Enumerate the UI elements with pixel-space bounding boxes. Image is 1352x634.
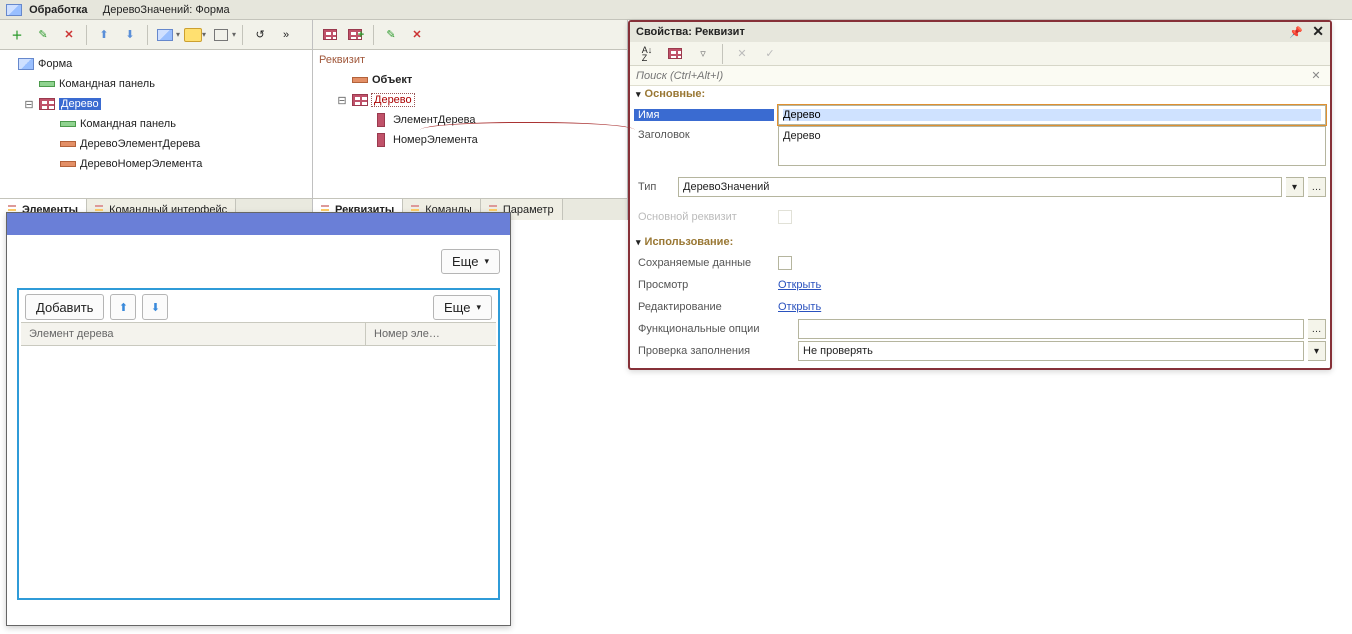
prop-row-view: Просмотр Открыть: [634, 274, 1326, 296]
edit-icon[interactable]: ✎: [32, 24, 54, 46]
more-button-top[interactable]: Еще▾: [441, 249, 500, 274]
move-down-icon[interactable]: ⬇: [119, 24, 141, 46]
label-name: Имя: [634, 109, 774, 121]
add-col-icon[interactable]: +: [345, 24, 367, 46]
delete-req-icon[interactable]: ✕: [406, 24, 428, 46]
move-up-icon[interactable]: ⬆: [93, 24, 115, 46]
tree-node-mid-derevo[interactable]: ⊟Дерево: [315, 90, 625, 110]
requisites-caption: Реквизит: [313, 50, 627, 70]
tree-node-mid-num[interactable]: НомерЭлемента: [315, 130, 625, 150]
clear-icon[interactable]: ✕: [731, 43, 753, 65]
fillcheck-dropdown-icon[interactable]: ▾: [1308, 341, 1326, 361]
requisites-tree[interactable]: Объект ⊟Дерево ЭлементДерева НомерЭлемен…: [313, 70, 627, 198]
add-icon[interactable]: ＋: [6, 24, 28, 46]
col-element[interactable]: Элемент дерева: [21, 323, 366, 345]
layout-icon[interactable]: [210, 24, 232, 46]
form-preview: Еще▾ Добавить ⬆ ⬇ Еще▾ Элемент дерева Но…: [6, 212, 511, 626]
preview-grid-toolbar: Добавить ⬆ ⬇ Еще▾: [21, 292, 496, 322]
prop-row-savedata: Сохраняемые данные: [634, 252, 1326, 274]
prop-row-type: Тип ДеревоЗначений ▾ …: [634, 176, 1326, 198]
properties-search-input[interactable]: [636, 70, 1308, 82]
preview-titlebar: [7, 213, 510, 235]
section-usage[interactable]: ▾Использование:: [630, 234, 1330, 250]
properties-titlebar: Свойства: Реквизит 📌 ✕: [630, 22, 1330, 42]
properties-search[interactable]: ✕: [630, 66, 1330, 86]
categories-icon[interactable]: [664, 43, 686, 65]
tree-node-cmdpanel[interactable]: Командная панель: [2, 74, 310, 94]
prop-row-fillcheck: Проверка заполнения Не проверять ▾: [634, 340, 1326, 362]
prop-row-title: Заголовок Дерево: [634, 126, 1326, 168]
tree-node-derevo-num[interactable]: ДеревоНомерЭлемента: [2, 154, 310, 174]
label-title: Заголовок: [634, 126, 774, 141]
elements-toolbar: ＋ ✎ ✕ ⬆ ⬇ ▾ ▾ ▾ ↺ »: [0, 20, 312, 50]
prop-row-name: Имя: [634, 104, 1326, 126]
tree-node-object[interactable]: Объект: [315, 70, 625, 90]
clear-search-icon[interactable]: ✕: [1308, 69, 1324, 82]
requisites-pane: + ✎ ✕ Реквизит Объект ⊟Дерево ЭлементДер…: [313, 20, 628, 220]
move-row-down-button[interactable]: ⬇: [142, 294, 168, 320]
swap-icon[interactable]: ↺: [249, 24, 271, 46]
prop-row-funcopt: Функциональные опции …: [634, 318, 1326, 340]
preview-table-body[interactable]: [21, 346, 496, 596]
requisites-toolbar: + ✎ ✕: [313, 20, 627, 50]
grid-view-icon[interactable]: [154, 24, 176, 46]
overflow-icon[interactable]: »: [275, 24, 297, 46]
label-funcopt: Функциональные опции: [634, 323, 794, 335]
label-savedata: Сохраняемые данные: [634, 257, 774, 269]
checkbox-mainreq[interactable]: [778, 210, 792, 224]
form-icon: [6, 4, 22, 16]
app-title: Обработка ДеревоЗначений: Форма: [0, 0, 1352, 20]
properties-title: Свойства: Реквизит: [636, 22, 745, 42]
link-view[interactable]: Открыть: [778, 279, 821, 291]
add-row-button[interactable]: Добавить: [25, 294, 104, 320]
tree-node-mid-elem[interactable]: ЭлементДерева: [315, 110, 625, 130]
move-row-up-button[interactable]: ⬆: [110, 294, 136, 320]
tree-node-derevo-elem[interactable]: ДеревоЭлементДерева: [2, 134, 310, 154]
label-type: Тип: [634, 181, 674, 193]
elements-tree[interactable]: Форма Командная панель ⊟Дерево Командная…: [0, 50, 312, 198]
prop-row-edit: Редактирование Открыть: [634, 296, 1326, 318]
prop-row-mainreq: Основной реквизит: [634, 206, 1326, 228]
title-prefix: Обработка: [29, 4, 87, 16]
close-icon[interactable]: ✕: [1312, 23, 1324, 39]
input-name[interactable]: [778, 105, 1326, 125]
tree-node-form[interactable]: Форма: [2, 54, 310, 74]
select-fillcheck[interactable]: Не проверять: [798, 341, 1304, 361]
tree-node-derevo[interactable]: ⊟Дерево: [2, 94, 310, 114]
tree-node-derevo-cmdpanel[interactable]: Командная панель: [2, 114, 310, 134]
title-rest: ДеревоЗначений: Форма: [103, 4, 230, 16]
filter-icon[interactable]: ▿: [692, 43, 714, 65]
link-edit[interactable]: Открыть: [778, 301, 821, 313]
type-dropdown-icon[interactable]: ▾: [1286, 177, 1304, 197]
input-funcopt[interactable]: [798, 319, 1304, 339]
properties-region: Свойства: Реквизит 📌 ✕ A↓Z ▿ ✕ ✓ ✕ ▾Осно: [628, 20, 1352, 634]
label-fillcheck: Проверка заполнения: [634, 345, 794, 357]
pin-icon[interactable]: 📌: [1289, 27, 1303, 39]
delete-icon[interactable]: ✕: [58, 24, 80, 46]
panel-icon[interactable]: [184, 28, 202, 42]
edit-req-icon[interactable]: ✎: [380, 24, 402, 46]
label-mainreq: Основной реквизит: [634, 211, 774, 223]
properties-toolbar: A↓Z ▿ ✕ ✓: [630, 42, 1330, 66]
input-title[interactable]: Дерево: [778, 126, 1326, 166]
type-more-icon[interactable]: …: [1308, 177, 1326, 197]
sort-az-icon[interactable]: A↓Z: [636, 43, 658, 65]
col-number[interactable]: Номер эле…: [366, 323, 496, 345]
properties-panel: Свойства: Реквизит 📌 ✕ A↓Z ▿ ✕ ✓ ✕ ▾Осно: [628, 20, 1332, 370]
funcopt-more-icon[interactable]: …: [1308, 319, 1326, 339]
checkbox-savedata[interactable]: [778, 256, 792, 270]
apply-icon[interactable]: ✓: [759, 43, 781, 65]
label-edit: Редактирование: [634, 301, 774, 313]
section-main[interactable]: ▾Основные:: [630, 86, 1330, 102]
label-view: Просмотр: [634, 279, 774, 291]
elements-pane: ＋ ✎ ✕ ⬆ ⬇ ▾ ▾ ▾ ↺ » Форма Командная пане…: [0, 20, 313, 220]
more-button-grid[interactable]: Еще▾: [433, 295, 492, 320]
add-req-icon[interactable]: [319, 24, 341, 46]
preview-table-header: Элемент дерева Номер эле…: [21, 322, 496, 346]
input-type[interactable]: ДеревоЗначений: [678, 177, 1282, 197]
preview-grid: Добавить ⬆ ⬇ Еще▾ Элемент дерева Номер э…: [17, 288, 500, 600]
